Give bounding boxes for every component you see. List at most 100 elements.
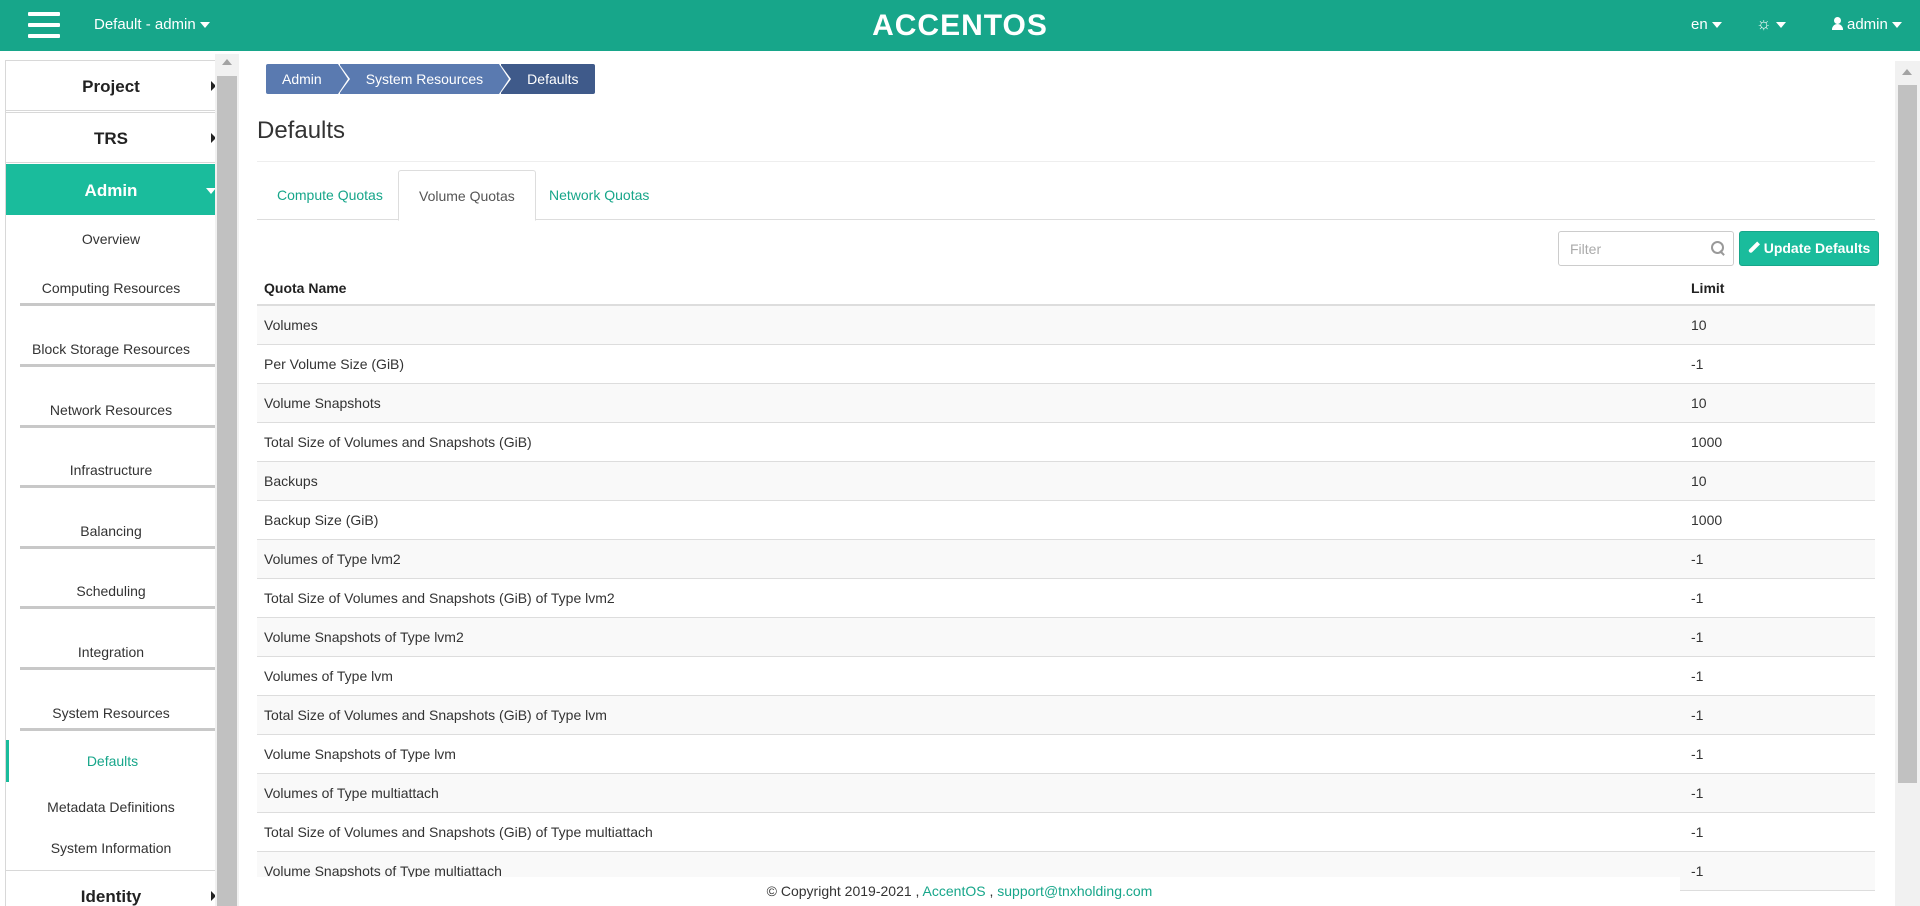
- user-menu[interactable]: admin: [1832, 16, 1902, 33]
- sidebar-item-system-information[interactable]: System Information: [6, 835, 216, 861]
- accentos-link[interactable]: AccentOS: [923, 883, 986, 899]
- sidebar-section-label: Identity: [80, 887, 142, 906]
- sidebar-divider: [20, 303, 216, 306]
- quota-name-cell: Total Size of Volumes and Snapshots (GiB…: [264, 707, 607, 723]
- quota-name-cell: Volume Snapshots of Type lvm: [264, 746, 456, 762]
- table-header: Quota Name Limit: [257, 271, 1875, 306]
- page-title: Defaults: [257, 117, 346, 144]
- quota-table: Quota Name Limit Volumes 10 Per Volume Si…: [257, 271, 1875, 891]
- sidebar-section-label: TRS: [94, 129, 128, 148]
- brand-wrapper: ACCENTOS: [0, 9, 1920, 43]
- table-row: Volumes 10: [257, 306, 1875, 345]
- sidebar-divider: [20, 728, 216, 731]
- caret-down-icon: [1891, 22, 1902, 29]
- limit-cell: -1: [1691, 863, 1704, 879]
- limit-cell: 1000: [1691, 434, 1723, 450]
- sidebar: Project TRS Admin Overview Computing Res…: [5, 60, 216, 906]
- update-defaults-button[interactable]: Update Defaults: [1739, 231, 1879, 266]
- quota-name-cell: Backups: [264, 473, 318, 489]
- limit-cell: -1: [1691, 551, 1704, 567]
- limit-cell: 1000: [1691, 512, 1723, 528]
- sidebar-item-network-resources[interactable]: Network Resources: [6, 397, 216, 423]
- quota-name-cell: Total Size of Volumes and Snapshots (GiB…: [264, 434, 532, 450]
- sidebar-section-admin[interactable]: Admin: [6, 164, 216, 215]
- copyright-text: © Copyright 2019-2021 ,: [766, 883, 920, 899]
- sidebar-item-defaults[interactable]: Defaults: [6, 740, 216, 782]
- table-row: Total Size of Volumes and Snapshots (GiB…: [257, 696, 1875, 735]
- quota-name-cell: Total Size of Volumes and Snapshots (GiB…: [264, 824, 653, 840]
- table-row: Volumes of Type lvm -1: [257, 657, 1875, 696]
- search-icon[interactable]: [1711, 241, 1725, 255]
- quota-name-cell: Volume Snapshots: [264, 395, 381, 411]
- main-content: Admin System Resources Defaults Defaults…: [239, 51, 1895, 906]
- sidebar-item-system-resources[interactable]: System Resources: [6, 700, 216, 726]
- quota-name-cell: Volume Snapshots of Type lvm2: [264, 629, 464, 645]
- limit-cell: -1: [1691, 590, 1704, 606]
- column-header-limit[interactable]: Limit: [1691, 271, 1724, 306]
- table-row: Per Volume Size (GiB) -1: [257, 345, 1875, 384]
- language-label: en: [1691, 16, 1708, 33]
- table-row: Volume Snapshots of Type lvm2 -1: [257, 618, 1875, 657]
- sidebar-section-label: Admin: [84, 181, 138, 200]
- sidebar-section-identity[interactable]: Identity: [6, 870, 216, 906]
- filter-input[interactable]: [1558, 231, 1734, 266]
- sidebar-item-block-storage-resources[interactable]: Block Storage Resources: [6, 336, 216, 362]
- sidebar-section-trs[interactable]: TRS: [6, 112, 216, 163]
- breadcrumb-defaults[interactable]: Defaults: [501, 64, 595, 94]
- caret-down-icon: [1775, 21, 1786, 28]
- quota-name-cell: Backup Size (GiB): [264, 512, 379, 528]
- sidebar-item-integration[interactable]: Integration: [6, 639, 216, 665]
- main-scrollbar[interactable]: [1895, 61, 1920, 906]
- limit-cell: -1: [1691, 785, 1704, 801]
- menu-icon[interactable]: [28, 12, 60, 38]
- scroll-up-icon[interactable]: [1902, 69, 1912, 75]
- column-header-quota-name[interactable]: Quota Name: [264, 271, 346, 306]
- theme-switcher[interactable]: ☼: [1756, 14, 1786, 34]
- breadcrumb: Admin System Resources Defaults: [266, 64, 597, 94]
- sidebar-divider: [20, 606, 216, 609]
- scroll-up-icon[interactable]: [222, 59, 232, 65]
- tab-network-quotas[interactable]: Network Quotas: [529, 170, 669, 220]
- update-defaults-label: Update Defaults: [1763, 240, 1871, 256]
- project-switcher[interactable]: Default - admin: [94, 16, 210, 33]
- breadcrumb-admin[interactable]: Admin: [266, 64, 350, 94]
- footer-separator: ,: [989, 883, 994, 899]
- limit-cell: -1: [1691, 668, 1704, 684]
- sidebar-divider: [20, 667, 216, 670]
- caret-down-icon: [199, 22, 210, 29]
- table-row: Total Size of Volumes and Snapshots (GiB…: [257, 579, 1875, 618]
- sidebar-item-scheduling[interactable]: Scheduling: [6, 578, 216, 604]
- brand-logo[interactable]: ACCENTOS: [872, 9, 1048, 42]
- sidebar-scrollbar[interactable]: [215, 54, 239, 906]
- sidebar-item-infrastructure[interactable]: Infrastructure: [6, 457, 216, 483]
- quota-name-cell: Volumes: [264, 317, 318, 333]
- sidebar-item-metadata-definitions[interactable]: Metadata Definitions: [6, 794, 216, 820]
- quota-name-cell: Total Size of Volumes and Snapshots (GiB…: [264, 590, 615, 606]
- sidebar-divider: [20, 425, 216, 428]
- tab-compute-quotas[interactable]: Compute Quotas: [257, 170, 403, 220]
- sidebar-section-project[interactable]: Project: [6, 60, 216, 111]
- quota-name-cell: Volumes of Type lvm2: [264, 551, 401, 567]
- table-row: Total Size of Volumes and Snapshots (GiB…: [257, 813, 1875, 852]
- breadcrumb-system-resources[interactable]: System Resources: [339, 64, 512, 94]
- sidebar-item-computing-resources[interactable]: Computing Resources: [6, 275, 216, 301]
- sun-icon: ☼: [1756, 14, 1772, 33]
- table-row: Volumes of Type multiattach -1: [257, 774, 1875, 813]
- tab-volume-quotas[interactable]: Volume Quotas: [398, 170, 536, 221]
- table-row: Backups 10: [257, 462, 1875, 501]
- support-email-link[interactable]: support@tnxholding.com: [997, 883, 1152, 899]
- caret-down-icon: [1711, 22, 1722, 29]
- user-icon: [1832, 17, 1843, 30]
- quota-name-cell: Per Volume Size (GiB): [264, 356, 405, 372]
- project-label: Default - admin: [94, 16, 196, 33]
- sidebar-item-overview[interactable]: Overview: [6, 226, 216, 252]
- main-scrollbar-thumb[interactable]: [1898, 85, 1917, 783]
- limit-cell: -1: [1691, 707, 1704, 723]
- limit-cell: -1: [1691, 629, 1704, 645]
- sidebar-item-balancing[interactable]: Balancing: [6, 518, 216, 544]
- language-switcher[interactable]: en: [1691, 16, 1722, 33]
- limit-cell: 10: [1691, 317, 1707, 333]
- table-row: Volume Snapshots 10: [257, 384, 1875, 423]
- table-row: Volumes of Type lvm2 -1: [257, 540, 1875, 579]
- sidebar-scrollbar-thumb[interactable]: [217, 76, 237, 906]
